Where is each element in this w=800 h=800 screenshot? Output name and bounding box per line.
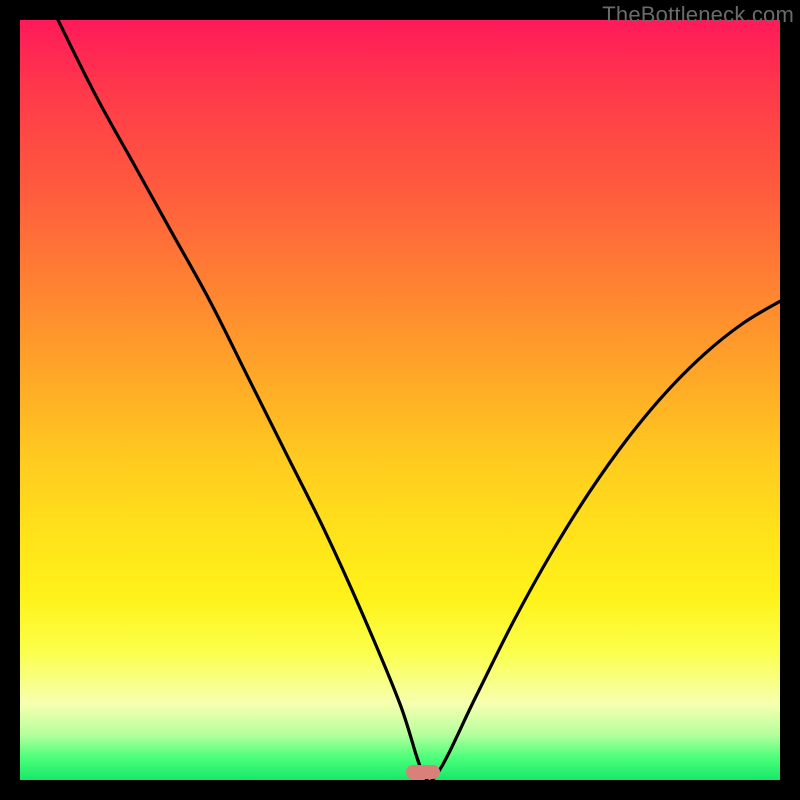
chart-frame: TheBottleneck.com — [0, 0, 800, 800]
bottleneck-curve — [20, 20, 780, 780]
minimum-marker — [406, 765, 440, 779]
plot-area — [20, 20, 780, 780]
curve-path — [58, 20, 780, 782]
watermark-text: TheBottleneck.com — [602, 2, 794, 28]
